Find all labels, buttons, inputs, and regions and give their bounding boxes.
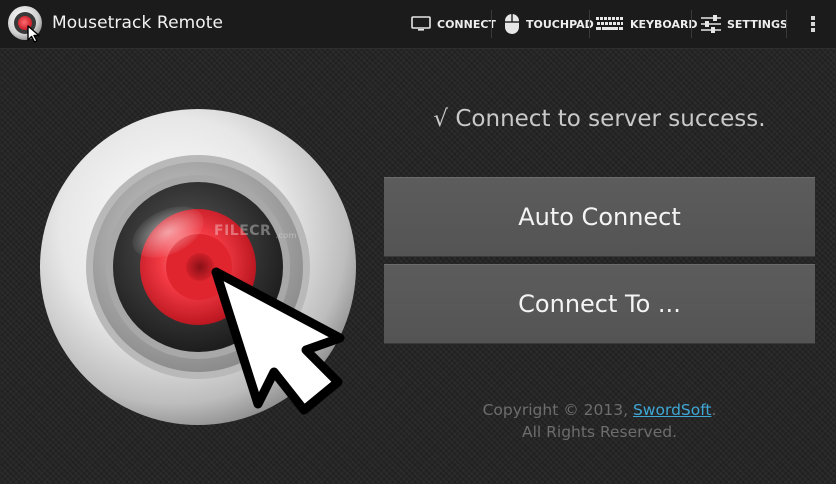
actionbar-connect-button[interactable]: CONNECT <box>411 0 496 48</box>
overflow-menu-button[interactable] <box>806 0 820 48</box>
actionbar-settings-button[interactable]: SETTINGS <box>701 0 788 48</box>
divider <box>691 10 692 38</box>
mouse-icon <box>504 13 520 35</box>
copyright-line-1: Copyright © 2013, SwordSoft. <box>384 399 815 421</box>
auto-connect-label: Auto Connect <box>518 203 681 231</box>
app-window: Mousetrack Remote CONNECT TOUCHPAD KEYBO… <box>0 0 836 484</box>
action-bar: Mousetrack Remote CONNECT TOUCHPAD KEYBO… <box>0 0 836 49</box>
auto-connect-button[interactable]: Auto Connect <box>384 177 815 257</box>
mousetrack-logo-graphic <box>36 104 366 434</box>
mousetrack-logo-icon[interactable] <box>6 4 46 44</box>
copyright-prefix: Copyright © 2013, <box>482 401 629 419</box>
copyright-suffix: . <box>711 401 717 419</box>
connect-to-label: Connect To ... <box>518 290 681 318</box>
actionbar-keyboard-button[interactable]: KEYBOARD <box>596 0 698 48</box>
copyright-line-2: All Rights Reserved. <box>521 423 678 441</box>
swordsoft-link[interactable]: SwordSoft <box>633 401 712 419</box>
divider <box>589 10 590 38</box>
watermark-sub: .com <box>275 231 297 240</box>
keyboard-label: KEYBOARD <box>630 17 698 31</box>
monitor-icon <box>411 16 431 32</box>
copyright-notice: Copyright © 2013, SwordSoft. All Rights … <box>384 399 815 443</box>
keyboard-icon <box>596 17 624 31</box>
actionbar-touchpad-button[interactable]: TOUCHPAD <box>504 0 594 48</box>
watermark-text: FILECR <box>214 222 272 239</box>
divider <box>786 10 787 38</box>
connection-status-text: √ Connect to server success. <box>433 106 766 132</box>
touchpad-label: TOUCHPAD <box>526 17 594 31</box>
sliders-icon <box>701 14 721 34</box>
watermark: FILECR .com <box>214 221 297 241</box>
divider <box>491 10 492 38</box>
connect-to-button[interactable]: Connect To ... <box>384 264 815 344</box>
app-title: Mousetrack Remote <box>52 13 224 33</box>
connect-label: CONNECT <box>437 17 496 31</box>
overflow-menu-icon <box>811 15 815 33</box>
settings-label: SETTINGS <box>727 17 788 31</box>
